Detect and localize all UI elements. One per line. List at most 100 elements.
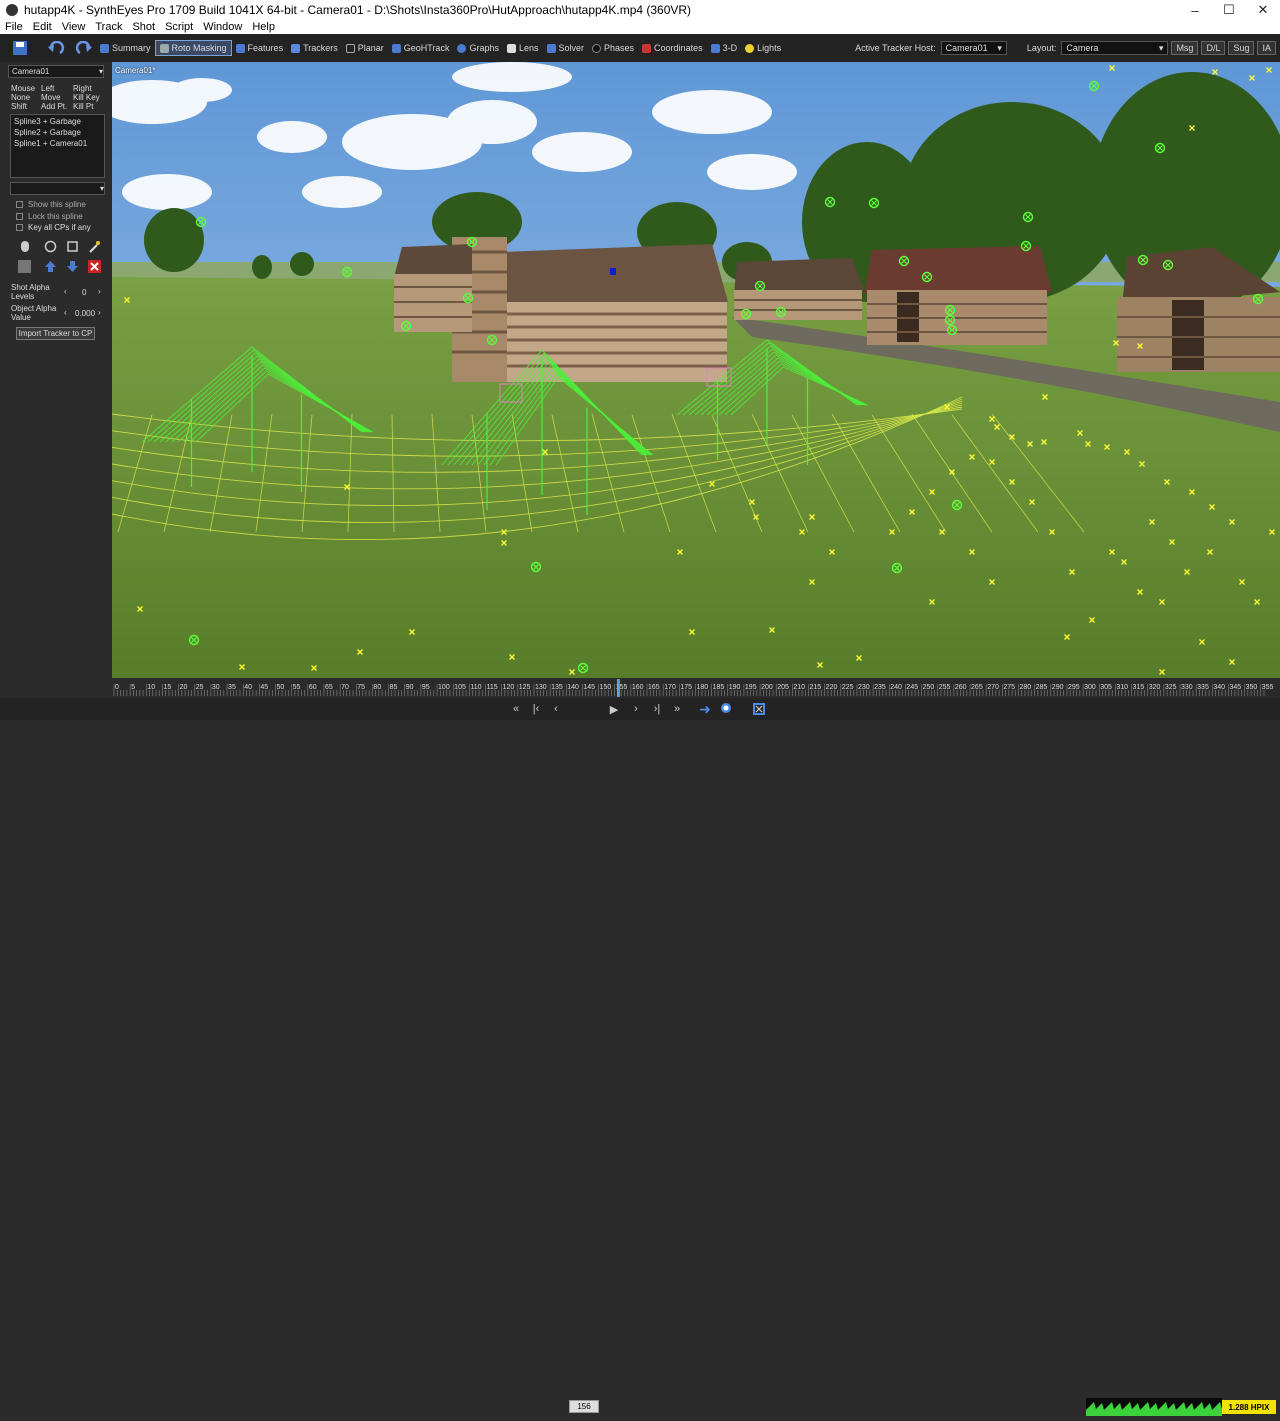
camera-viewport[interactable]: Camera01*: [112, 62, 1280, 678]
current-frame-field[interactable]: 156: [569, 1400, 599, 1413]
import-tracker-button[interactable]: Import Tracker to CP: [16, 327, 95, 340]
timeline-bar[interactable]: 0 5 10 15 20 25 30 35 40 45 50 55 60 65 70 75 80 85 90 95 10…: [112, 678, 1280, 698]
room-summary[interactable]: Summary: [96, 40, 155, 56]
menu-script[interactable]: Script: [160, 21, 198, 33]
room-solver[interactable]: Solver: [543, 40, 589, 56]
rewind-icon[interactable]: «: [509, 702, 523, 716]
step-forward-icon[interactable]: ›: [629, 702, 643, 716]
menu-track[interactable]: Track: [90, 21, 127, 33]
sug-button[interactable]: Sug: [1228, 41, 1255, 55]
box-spline-icon[interactable]: [66, 240, 79, 253]
room-phases[interactable]: Phases: [588, 40, 638, 56]
timeline-tick-label: 320: [1149, 684, 1161, 691]
room-coordinates[interactable]: Coordinates: [638, 40, 707, 56]
menu-view[interactable]: View: [57, 21, 91, 33]
timeline-tick-label: 290: [1052, 684, 1064, 691]
fast-forward-icon[interactable]: »: [670, 702, 684, 716]
menu-shot[interactable]: Shot: [127, 21, 160, 33]
minimize-button[interactable]: –: [1178, 0, 1212, 20]
graphs-icon: [457, 43, 467, 53]
play-icon[interactable]: ▶: [607, 702, 621, 716]
timeline-tick-label: 325: [1165, 684, 1177, 691]
redo-icon[interactable]: [70, 40, 96, 56]
timeline-tick-label: 270: [987, 684, 999, 691]
timeline-tick-label: 225: [842, 684, 854, 691]
show-spline-checkbox[interactable]: Show this spline: [16, 200, 86, 209]
room-lights[interactable]: Lights: [741, 40, 785, 56]
hut-right-2: [864, 246, 1052, 345]
arrow-down-icon[interactable]: [66, 260, 79, 273]
spline-list[interactable]: Spline3 + Garbage Spline2 + Garbage Spli…: [10, 114, 105, 178]
window-title: hutapp4K - SynthEyes Pro 1709 Build 1041…: [24, 3, 692, 17]
timeline-tick-label: 195: [745, 684, 757, 691]
room-graphs[interactable]: Graphs: [453, 40, 503, 56]
spline-list-item[interactable]: Spline1 + Camera01: [14, 138, 101, 149]
timeline-tick-label: 185: [713, 684, 725, 691]
performance-graph: [1086, 1398, 1222, 1416]
room-trackers[interactable]: Trackers: [287, 40, 342, 56]
selected-cp-marker[interactable]: [610, 268, 616, 275]
spline-list-item[interactable]: Spline3 + Garbage: [14, 116, 101, 127]
increment-icon[interactable]: ›: [98, 287, 101, 296]
increment-icon[interactable]: ›: [98, 308, 101, 317]
maximize-button[interactable]: ☐: [1212, 0, 1246, 20]
save-icon[interactable]: [8, 40, 32, 56]
timeline-tick-label: 0: [115, 684, 119, 691]
key-all-checkbox[interactable]: Key all CPs if any: [16, 223, 91, 232]
undo-icon[interactable]: [44, 40, 70, 56]
play-direction-icon[interactable]: ➜: [698, 701, 712, 717]
room-toolbar: Summary Roto Masking Features Trackers P…: [0, 34, 1280, 62]
decrement-icon[interactable]: ‹: [64, 308, 67, 317]
menu-edit[interactable]: Edit: [28, 21, 57, 33]
timeline-tick-label: 140: [567, 684, 579, 691]
menu-help[interactable]: Help: [247, 21, 280, 33]
go-to-end-icon[interactable]: ›|: [650, 702, 664, 716]
window-titlebar: hutapp4K - SynthEyes Pro 1709 Build 1041…: [0, 0, 1280, 20]
tracker-host-select[interactable]: Camera01 ▾: [940, 41, 1007, 55]
decrement-icon[interactable]: ‹: [64, 287, 67, 296]
timeline-tick-label: 85: [390, 684, 398, 691]
phases-icon: [592, 43, 602, 53]
room-geohtrack[interactable]: GeoHTrack: [388, 40, 454, 56]
room-3d[interactable]: 3-D: [707, 40, 742, 56]
go-to-start-icon[interactable]: |‹: [529, 702, 543, 716]
room-planar[interactable]: Planar: [342, 40, 388, 56]
timeline-ruler[interactable]: 0 5 10 15 20 25 30 35 40 45 50 55 60 65 70 75 80 85 90 95 10…: [112, 678, 1280, 698]
color-swatch-icon[interactable]: [18, 260, 31, 273]
lens-icon: [506, 43, 516, 53]
chevron-down-icon: ▾: [99, 184, 104, 193]
camera-select[interactable]: Camera01 ▾: [8, 65, 104, 78]
mouse-help-table: Mouse Left Right None Move Kill Key Shift Add…: [11, 84, 100, 111]
delete-icon[interactable]: [88, 260, 101, 273]
msg-button[interactable]: Msg: [1171, 41, 1199, 55]
magic-wand-icon[interactable]: [88, 240, 101, 253]
timeline-playhead[interactable]: [616, 679, 620, 697]
ia-button[interactable]: IA: [1257, 41, 1276, 55]
layout-select[interactable]: Camera ▾: [1061, 41, 1169, 55]
chevron-down-icon: ▾: [98, 67, 103, 76]
circle-spline-icon[interactable]: [44, 240, 57, 253]
mouse-tool-icon[interactable]: [18, 240, 31, 253]
timeline-tick-label: 220: [826, 684, 838, 691]
object-select[interactable]: ▾: [10, 182, 105, 195]
timeline-tick-label: 215: [810, 684, 822, 691]
lock-spline-checkbox[interactable]: Lock this spline: [16, 212, 83, 221]
timeline-tick-label: 135: [551, 684, 563, 691]
trackers-icon: [291, 43, 301, 53]
zoom-icon[interactable]: [720, 702, 734, 716]
shot-alpha-value[interactable]: 0: [82, 288, 86, 297]
menu-file[interactable]: File: [0, 21, 28, 33]
timeline-tick-label: 55: [293, 684, 301, 691]
timeline-tick-label: 310: [1116, 684, 1128, 691]
close-button[interactable]: ✕: [1246, 0, 1280, 20]
room-roto-masking[interactable]: Roto Masking: [154, 40, 232, 56]
room-lens[interactable]: Lens: [503, 40, 543, 56]
menu-window[interactable]: Window: [198, 21, 247, 33]
step-back-icon[interactable]: ‹: [549, 702, 563, 716]
fit-frame-icon[interactable]: [752, 702, 766, 716]
arrow-up-icon[interactable]: [44, 260, 57, 273]
spline-list-item[interactable]: Spline2 + Garbage: [14, 127, 101, 138]
object-alpha-value[interactable]: 0.000: [75, 309, 95, 318]
dl-button[interactable]: D/L: [1201, 41, 1226, 55]
room-features[interactable]: Features: [232, 40, 288, 56]
